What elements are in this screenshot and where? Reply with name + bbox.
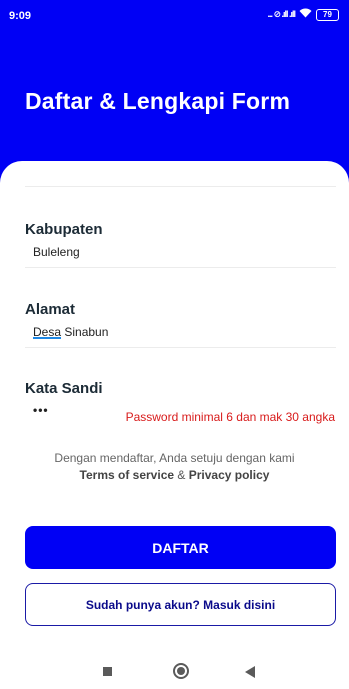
privacy-policy-link[interactable]: Privacy policy bbox=[189, 468, 270, 482]
page-title: Daftar & Lengkapi Form bbox=[25, 88, 291, 114]
recents-icon[interactable] bbox=[103, 667, 112, 676]
battery-icon: 79 bbox=[316, 8, 339, 21]
status-bar: 9:09 ... ⊘ .ıll .ıll 79 bbox=[0, 0, 349, 34]
kabupaten-label: Kabupaten bbox=[25, 221, 103, 238]
password-error-text: Password minimal 6 dan mak 30 angka bbox=[125, 410, 335, 424]
password-input[interactable]: ••• bbox=[33, 403, 49, 417]
terms-separator: & bbox=[174, 468, 189, 482]
kabupaten-input[interactable]: Buleleng bbox=[33, 245, 80, 259]
alamat-underline bbox=[25, 347, 336, 348]
divider bbox=[25, 186, 336, 187]
terms-text: Dengan mendaftar, Anda setuju dengan kam… bbox=[54, 451, 295, 465]
alamat-label: Alamat bbox=[25, 301, 76, 318]
status-time: 9:09 bbox=[9, 10, 32, 22]
back-icon[interactable] bbox=[245, 666, 255, 678]
wifi-icon bbox=[299, 8, 312, 21]
terms-links: Terms of service & Privacy policy bbox=[0, 468, 349, 482]
alamat-value-rest: Sinabun bbox=[61, 325, 109, 339]
daftar-button[interactable]: DAFTAR bbox=[25, 526, 336, 569]
status-icons: ... ⊘ .ıll .ıll 79 bbox=[267, 8, 339, 21]
alamat-value-underlined: Desa bbox=[33, 325, 62, 339]
alamat-input[interactable]: Desa Sinabun bbox=[33, 325, 108, 339]
navigation-bar bbox=[0, 649, 349, 689]
terms-of-service-link[interactable]: Terms of service bbox=[80, 468, 175, 482]
home-icon[interactable] bbox=[173, 663, 189, 679]
kabupaten-underline bbox=[25, 267, 336, 268]
kata-sandi-label: Kata Sandi bbox=[25, 380, 103, 397]
signal-icons: ... ⊘ .ıll .ıll bbox=[267, 9, 296, 19]
login-button[interactable]: Sudah punya akun? Masuk disini bbox=[25, 583, 336, 626]
